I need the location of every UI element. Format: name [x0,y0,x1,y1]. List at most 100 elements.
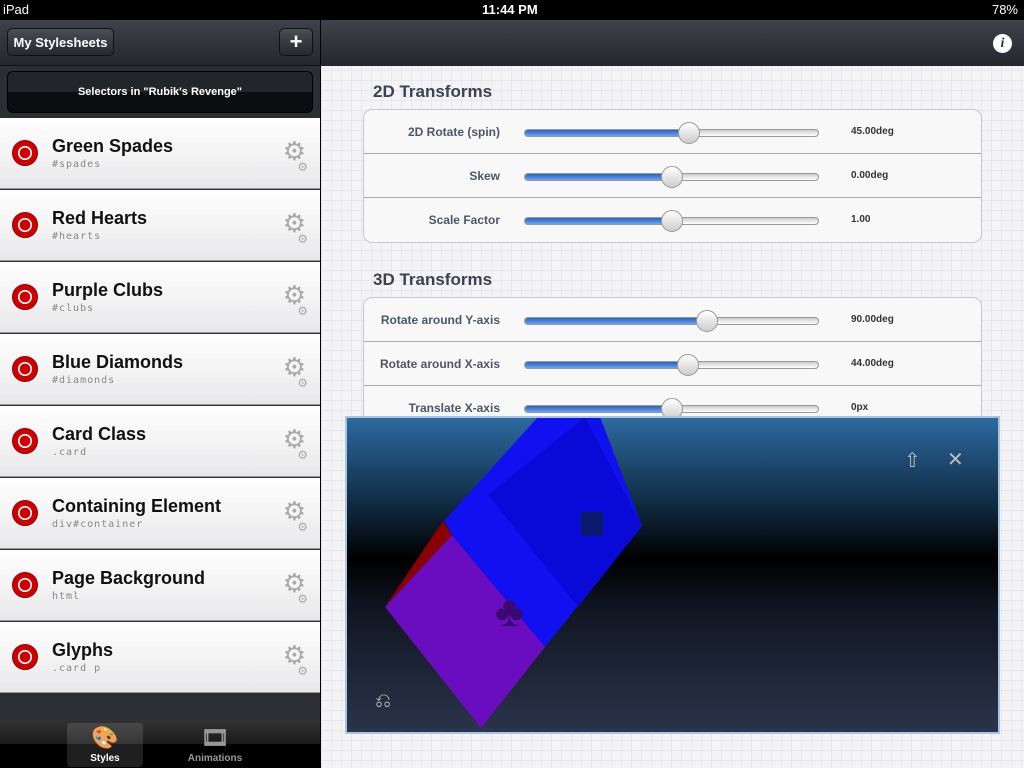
my-stylesheets-button[interactable]: My Stylesheets [7,28,114,56]
slider[interactable] [524,122,819,144]
palette-icon: 🎨 [91,725,119,750]
small-gear-icon: ⚙ [297,160,308,174]
small-gear-icon: ⚙ [297,664,308,678]
small-gear-icon: ⚙ [297,304,308,318]
selector-name: #hearts [52,231,102,242]
slider-thumb[interactable] [695,310,718,332]
slider-row: Skew 0.00deg [364,154,981,198]
slider-value: 44.00deg [851,358,894,369]
slider-label: Rotate around Y-axis [380,313,500,327]
selector-title: Card Class [52,424,147,444]
selector-name: .card p [52,663,102,674]
diamond-glyph [581,512,603,536]
sidebar-toolbar: My Stylesheets + [0,20,320,66]
slider-value: 45.00deg [851,126,894,137]
selector-name: #diamonds [52,375,116,386]
slider[interactable] [524,210,819,232]
slider-row: Rotate around X-axis 44.00deg [364,342,981,386]
target-icon [12,356,38,382]
small-gear-icon: ⚙ [297,592,308,606]
selector-title: Page Background [52,568,206,588]
slider-fill [525,174,672,180]
add-button[interactable]: + [279,28,313,56]
selector-title: Red Hearts [52,208,148,228]
main-toolbar: i [321,20,1024,66]
cube-render: ♣ [385,418,642,728]
selector-item[interactable]: Purple Clubs #clubs ⚙ ⚙ [0,262,320,333]
selector-title: Glyphs [52,640,114,660]
small-gear-icon: ⚙ [297,448,308,462]
small-gear-icon: ⚙ [297,232,308,246]
selector-item[interactable]: Glyphs .card p ⚙ ⚙ [0,622,320,693]
slider-fill [525,406,672,412]
section-title: 2D Transforms [373,82,493,101]
target-icon [12,212,38,238]
selector-title: Containing Element [52,496,222,516]
selector-item[interactable]: Containing Element div#container ⚙ ⚙ [0,478,320,549]
selector-title: Green Spades [52,136,174,156]
battery: 78% [991,2,1018,17]
slider-label: Scale Factor [428,213,500,227]
selector-name: div#container [52,519,144,530]
slider-label: Rotate around X-axis [379,357,500,371]
slider-group: 2D Rotate (spin) 45.00deg Skew 0.00deg S… [363,109,982,243]
slider[interactable] [524,354,819,376]
small-gear-icon: ⚙ [297,520,308,534]
selector-item[interactable]: Blue Diamonds #diamonds ⚙ ⚙ [0,334,320,405]
slider-group: Rotate around Y-axis 90.00deg Rotate aro… [363,297,982,431]
slider-fill [525,318,707,324]
device-name: iPad [3,2,30,17]
close-icon[interactable]: ✕ [947,447,964,472]
selector-name: .card [52,447,88,458]
undo-icon[interactable]: ⎌ [375,690,391,713]
slider-row: Rotate around Y-axis 90.00deg [364,298,981,342]
slider-fill [525,362,688,368]
target-icon [12,284,38,310]
status-bar: iPad 11:44 PM 78% [0,0,1024,20]
info-icon[interactable]: i [993,34,1012,53]
selector-name: #spades [52,159,102,170]
slider-thumb[interactable] [660,210,683,232]
selector-title: Purple Clubs [52,280,164,300]
clock: 11:44 PM [482,2,538,17]
target-icon [12,140,38,166]
arrow-up-icon[interactable]: ⇧ [904,448,921,473]
tab-bar: 🎨 Styles 🎞 Animations [0,720,320,768]
film-icon: 🎞 [201,725,229,750]
selector-name: #clubs [52,303,95,314]
target-icon [12,572,38,598]
slider[interactable] [524,166,819,188]
slider-fill [525,130,690,136]
selectors-header: Selectors in "Rubik's Revenge" [7,71,313,113]
selector-item[interactable]: Card Class .card ⚙ ⚙ [0,406,320,477]
tab-label: Animations [187,753,243,764]
slider-label: 2D Rotate (spin) [407,125,500,139]
target-icon [12,428,38,454]
selector-item[interactable]: Page Background html ⚙ ⚙ [0,550,320,621]
sidebar: My Stylesheets + Selectors in "Rubik's R… [0,20,320,768]
slider-label: Skew [469,169,500,183]
target-icon [12,500,38,526]
slider-value: 0.00deg [851,170,889,181]
selector-item[interactable]: Red Hearts #hearts ⚙ ⚙ [0,190,320,261]
slider-row: 2D Rotate (spin) 45.00deg [364,110,981,154]
tab-styles[interactable]: 🎨 Styles [67,723,143,767]
preview-panel: ♣ ⇧ ✕ ⎌ [345,416,1000,734]
slider-value: 90.00deg [851,314,894,325]
club-glyph: ♣ [495,587,524,636]
slider[interactable] [524,310,819,332]
slider-value: 1.00 [851,214,871,225]
target-icon [12,644,38,670]
slider-value: 0px [851,402,869,413]
small-gear-icon: ⚙ [297,376,308,390]
slider-fill [525,218,672,224]
selector-item[interactable]: Green Spades #spades ⚙ ⚙ [0,118,320,189]
slider[interactable] [524,398,819,420]
selector-name: html [52,591,81,602]
tab-animations[interactable]: 🎞 Animations [177,723,253,767]
section-title: 3D Transforms [373,270,493,289]
slider-thumb[interactable] [678,122,701,144]
slider-row: Scale Factor 1.00 [364,198,981,242]
slider-thumb[interactable] [676,354,699,376]
slider-thumb[interactable] [660,166,683,188]
